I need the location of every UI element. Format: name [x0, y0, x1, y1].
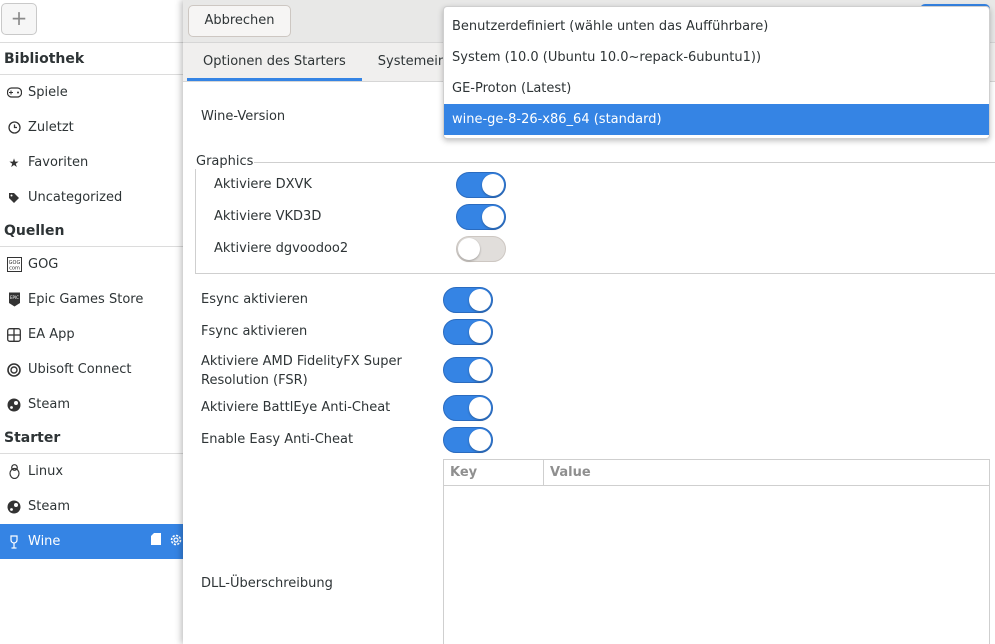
- eac-label: Enable Easy Anti-Cheat: [201, 432, 354, 447]
- dll-override-table[interactable]: Key Value: [443, 459, 990, 644]
- fsr-switch[interactable]: [443, 357, 493, 383]
- sidebar-item-label: Linux: [28, 464, 64, 479]
- dxvk-switch[interactable]: [456, 172, 506, 198]
- sidebar-item-favoriten[interactable]: ★ Favoriten: [0, 145, 183, 180]
- add-game-button[interactable]: +: [1, 3, 37, 35]
- battleye-switch[interactable]: [443, 395, 493, 421]
- sidebar-item-label: Zuletzt: [28, 120, 74, 135]
- dropdown-option-custom[interactable]: Benutzerdefiniert (wähle unten das Auffü…: [444, 11, 989, 42]
- dgvoodoo2-label: Aktiviere dgvoodoo2: [214, 241, 349, 256]
- column-key[interactable]: Key: [444, 460, 544, 485]
- sidebar-item-uncategorized[interactable]: Uncategorized: [0, 180, 183, 215]
- wine-icon: [6, 534, 22, 550]
- sidebar-item-label: GOG: [28, 257, 59, 272]
- sidebar-item-ubisoft[interactable]: Ubisoft Connect: [0, 352, 183, 387]
- eac-switch[interactable]: [443, 427, 493, 453]
- vkd3d-switch[interactable]: [456, 204, 506, 230]
- switch-knob: [469, 429, 491, 451]
- fsync-switch[interactable]: [443, 319, 493, 345]
- sidebar-item-ea[interactable]: EA App: [0, 317, 183, 352]
- sidebar-item-label: Ubisoft Connect: [28, 362, 132, 377]
- star-icon: ★: [8, 155, 20, 170]
- dropdown-option-ge-proton[interactable]: GE-Proton (Latest): [444, 73, 989, 104]
- sidebar-item-gog[interactable]: GOG com GOG: [0, 247, 183, 282]
- sidebar-item-label: Steam: [28, 499, 70, 514]
- ea-icon: [6, 327, 22, 343]
- tab-runner-options[interactable]: Optionen des Starters: [187, 43, 362, 81]
- fsync-label: Fsync aktivieren: [201, 324, 308, 339]
- sidebar-item-label: Favoriten: [28, 155, 89, 170]
- section-bibliothek: Bibliothek: [0, 43, 183, 75]
- steam-icon: [6, 397, 22, 413]
- section-starter: Starter: [0, 422, 183, 454]
- epic-icon: EPIC: [6, 292, 22, 308]
- sidebar-item-linux[interactable]: Linux: [0, 454, 183, 489]
- sidebar-item-label: Steam: [28, 397, 70, 412]
- sidebar-item-zuletzt[interactable]: Zuletzt: [0, 110, 183, 145]
- cancel-button[interactable]: Abbrechen: [188, 5, 291, 37]
- section-quellen: Quellen: [0, 215, 183, 247]
- options-panel: Wine-Version Graphics Aktiviere DXVK Akt…: [183, 82, 995, 644]
- dgvoodoo2-switch[interactable]: [456, 236, 506, 262]
- sidebar-item-label: EA App: [28, 327, 75, 342]
- gamepad-icon: [6, 85, 22, 101]
- tag-icon: [6, 190, 22, 206]
- sidebar-header: +: [0, 0, 183, 43]
- svg-text:EPIC: EPIC: [10, 295, 19, 300]
- table-header: Key Value: [444, 460, 989, 486]
- esync-switch[interactable]: [443, 287, 493, 313]
- switch-knob: [482, 206, 504, 228]
- sidebar-item-spiele[interactable]: Spiele: [0, 75, 183, 110]
- dropdown-option-system[interactable]: System (10.0 (Ubuntu 10.0~repack-6ubuntu…: [444, 42, 989, 73]
- graphics-title: Graphics: [195, 154, 255, 169]
- battleye-label: Aktiviere BattlEye Anti-Cheat: [201, 400, 391, 415]
- switch-knob: [482, 174, 504, 196]
- sidebar-item-wine[interactable]: Wine: [0, 524, 183, 559]
- switch-knob: [469, 289, 491, 311]
- dll-override-label: DLL-Überschreibung: [201, 576, 333, 591]
- switch-knob: [469, 359, 491, 381]
- gear-icon[interactable]: [169, 533, 183, 550]
- document-icon[interactable]: [151, 533, 161, 550]
- sidebar-item-steam-runner[interactable]: Steam: [0, 489, 183, 524]
- switch-knob: [469, 397, 491, 419]
- svg-text:com: com: [9, 266, 20, 272]
- sidebar-item-label: Epic Games Store: [28, 292, 144, 307]
- sidebar-item-label: Uncategorized: [28, 190, 123, 205]
- fsr-label: Aktiviere AMD FidelityFX Super Resolutio…: [201, 354, 402, 388]
- wine-version-dropdown[interactable]: Benutzerdefiniert (wähle unten das Auffü…: [443, 6, 990, 139]
- sidebar-item-epic[interactable]: EPIC Epic Games Store: [0, 282, 183, 317]
- gog-icon: GOG com: [6, 257, 22, 273]
- linux-icon: [6, 464, 22, 480]
- switch-knob: [469, 321, 491, 343]
- clock-icon: [6, 120, 22, 136]
- dropdown-option-wine-ge[interactable]: wine-ge-8-26-x86_64 (standard): [444, 104, 989, 135]
- dxvk-label: Aktiviere DXVK: [214, 177, 312, 192]
- switch-knob: [458, 238, 480, 260]
- wine-version-label: Wine-Version: [201, 109, 286, 124]
- sidebar-item-steam-source[interactable]: Steam: [0, 387, 183, 422]
- ubisoft-icon: [6, 362, 22, 378]
- sidebar-item-label: Wine: [28, 534, 61, 549]
- sidebar: + Bibliothek Spiele Zuletzt ★ Favoriten …: [0, 0, 183, 644]
- vkd3d-label: Aktiviere VKD3D: [214, 209, 322, 224]
- column-value[interactable]: Value: [544, 460, 591, 485]
- esync-label: Esync aktivieren: [201, 292, 309, 307]
- steam-icon: [6, 499, 22, 515]
- sidebar-item-label: Spiele: [28, 85, 68, 100]
